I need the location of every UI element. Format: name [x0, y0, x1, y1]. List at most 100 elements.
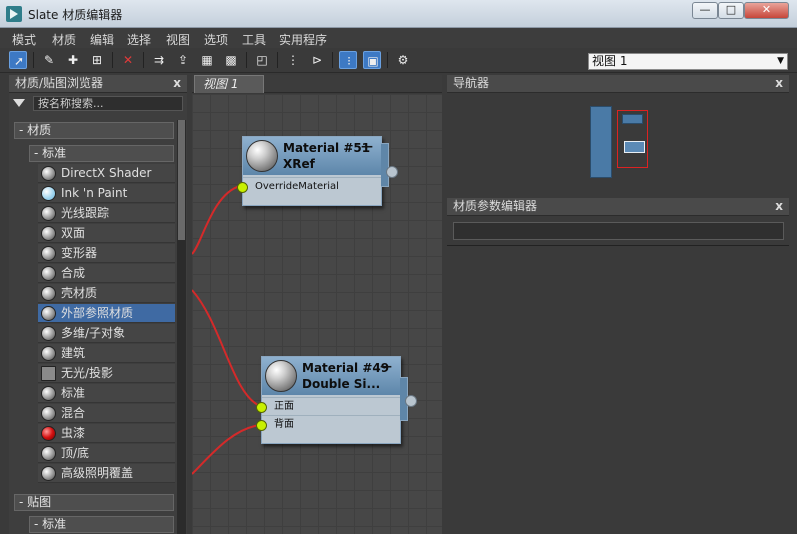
slot-front[interactable]: 正面	[256, 397, 400, 415]
select-by-material-button[interactable]: ⚙	[394, 51, 412, 69]
search-input[interactable]: 按名称搜索...	[33, 96, 183, 111]
input-port[interactable]	[256, 420, 267, 431]
show-background-button[interactable]: ▩	[222, 51, 240, 69]
menu-options[interactable]: 选项	[204, 31, 228, 48]
slot-back[interactable]: 背面	[256, 415, 400, 433]
move-children-button[interactable]: ⇉	[150, 51, 168, 69]
list-item[interactable]: 高级照明覆盖	[38, 464, 175, 483]
list-item[interactable]: 虫漆	[38, 424, 175, 443]
layout-children-button[interactable]: ⊳	[308, 51, 326, 69]
minimize-button[interactable]: —	[692, 2, 718, 19]
material-swatch-icon	[41, 246, 56, 261]
menu-material[interactable]: 材质	[52, 31, 76, 48]
list-item-label: 壳材质	[61, 286, 98, 300]
maximize-button[interactable]: □	[718, 2, 744, 19]
node-view-canvas[interactable]: Material #51 XRef — OverrideMaterial Mat…	[192, 94, 442, 534]
menu-tools[interactable]: 工具	[242, 31, 266, 48]
chevron-down-icon: ▼	[777, 56, 784, 66]
collapse-icon[interactable]: —	[361, 139, 373, 153]
list-item[interactable]: 多维/子对象	[38, 324, 175, 343]
app-icon	[6, 6, 22, 22]
subgroup-standard-maps[interactable]: - 标准	[29, 516, 174, 533]
list-item[interactable]: 建筑	[38, 344, 175, 363]
tab-view-1[interactable]: 视图 1	[194, 75, 264, 93]
put-to-scene-button[interactable]: ✚	[64, 51, 82, 69]
browser-toggle-icon: ⁝	[347, 54, 351, 68]
output-port[interactable]	[386, 166, 398, 178]
list-item[interactable]: 标准	[38, 384, 175, 403]
menu-edit[interactable]: 编辑	[90, 31, 114, 48]
subgroup-standard[interactable]: - 标准	[29, 145, 174, 162]
material-swatch-icon	[41, 406, 56, 421]
list-item[interactable]: 光线跟踪	[38, 204, 175, 223]
view-selector[interactable]: 视图 1 ▼	[588, 53, 788, 70]
parameter-editor-toggle[interactable]: ▣	[363, 51, 381, 69]
node-material-51[interactable]: Material #51 XRef — OverrideMaterial	[237, 136, 398, 206]
list-item-label: 混合	[61, 406, 86, 420]
pick-material-button[interactable]: ✎	[40, 51, 58, 69]
list-item[interactable]: 变形器	[38, 244, 175, 263]
material-swatch-icon	[41, 306, 56, 321]
assign-icon: ✚	[67, 53, 79, 67]
slot-label: OverrideMaterial	[255, 181, 339, 192]
list-item[interactable]: 混合	[38, 404, 175, 423]
list-item[interactable]: DirectX Shader	[38, 164, 175, 183]
param-name-field[interactable]	[453, 222, 784, 240]
material-map-browser-toggle[interactable]: ⁝	[339, 51, 357, 69]
slot-override-material[interactable]: OverrideMaterial	[237, 177, 381, 195]
material-id-button[interactable]: ◰	[253, 51, 271, 69]
material-swatch-icon	[41, 446, 56, 461]
navigator-close-icon[interactable]: x	[775, 75, 783, 92]
navigator-node-strip	[590, 106, 612, 178]
list-item-label: 双面	[61, 226, 86, 240]
node-material-49[interactable]: Material #49 Double Si... — 正面 背面	[256, 356, 417, 444]
list-item[interactable]: 无光/投影	[38, 364, 175, 383]
eyedropper-icon: ✎	[43, 53, 55, 67]
scrollbar-thumb[interactable]	[178, 120, 185, 240]
show-map-button[interactable]: ▦	[198, 51, 216, 69]
select-tool-button[interactable]: ➚	[9, 51, 27, 69]
list-item[interactable]: 外部参照材质	[38, 304, 175, 323]
select-by-material-icon: ⚙	[397, 53, 409, 67]
list-item[interactable]: 顶/底	[38, 444, 175, 463]
delete-button[interactable]: ✕	[119, 51, 137, 69]
parameter-editor-icon: ▣	[367, 54, 379, 68]
material-swatch-icon	[41, 466, 56, 481]
checker-background-icon: ▩	[225, 53, 237, 67]
list-item[interactable]: 壳材质	[38, 284, 175, 303]
collapse-icon[interactable]: —	[380, 359, 392, 373]
input-port[interactable]	[237, 182, 248, 193]
group-maps[interactable]: - 贴图	[14, 494, 174, 511]
list-item[interactable]: Ink 'n Paint	[38, 184, 175, 203]
list-item-label: 建筑	[61, 346, 86, 360]
list-item[interactable]: 合成	[38, 264, 175, 283]
browser-options-icon[interactable]	[13, 99, 25, 107]
param-editor-close-icon[interactable]: x	[775, 198, 783, 215]
material-swatch-icon	[41, 366, 56, 381]
menu-select[interactable]: 选择	[127, 31, 151, 48]
input-port[interactable]	[256, 402, 267, 413]
node-name: Material #51	[283, 141, 371, 155]
group-materials[interactable]: - 材质	[14, 122, 174, 139]
title-bar: Slate 材质编辑器 — □ ✕	[0, 0, 797, 28]
hide-unused-button[interactable]: ⇪	[174, 51, 192, 69]
checker-map-icon: ▦	[201, 53, 213, 67]
layout-all-button[interactable]: ⋮	[284, 51, 302, 69]
menu-utilities[interactable]: 实用程序	[279, 31, 327, 48]
list-item-label: 顶/底	[61, 446, 90, 460]
output-port[interactable]	[405, 395, 417, 407]
menu-view[interactable]: 视图	[166, 31, 190, 48]
node-header: Material #51 XRef —	[243, 137, 381, 175]
list-item[interactable]: 双面	[38, 224, 175, 243]
param-editor-header: 材质参数编辑器 x	[447, 198, 789, 216]
browser-close-icon[interactable]: x	[173, 75, 181, 92]
material-swatch-icon	[41, 166, 56, 181]
browser-scrollbar[interactable]	[177, 120, 186, 534]
material-swatch-icon	[41, 346, 56, 361]
assign-selection-button[interactable]: ⊞	[88, 51, 106, 69]
list-item-label: 多维/子对象	[61, 326, 126, 340]
close-button[interactable]: ✕	[744, 2, 789, 19]
menu-mode[interactable]: 模式	[12, 31, 36, 48]
navigator-viewport-frame[interactable]	[617, 110, 648, 168]
browser-title: 材质/贴图浏览器	[15, 76, 104, 90]
